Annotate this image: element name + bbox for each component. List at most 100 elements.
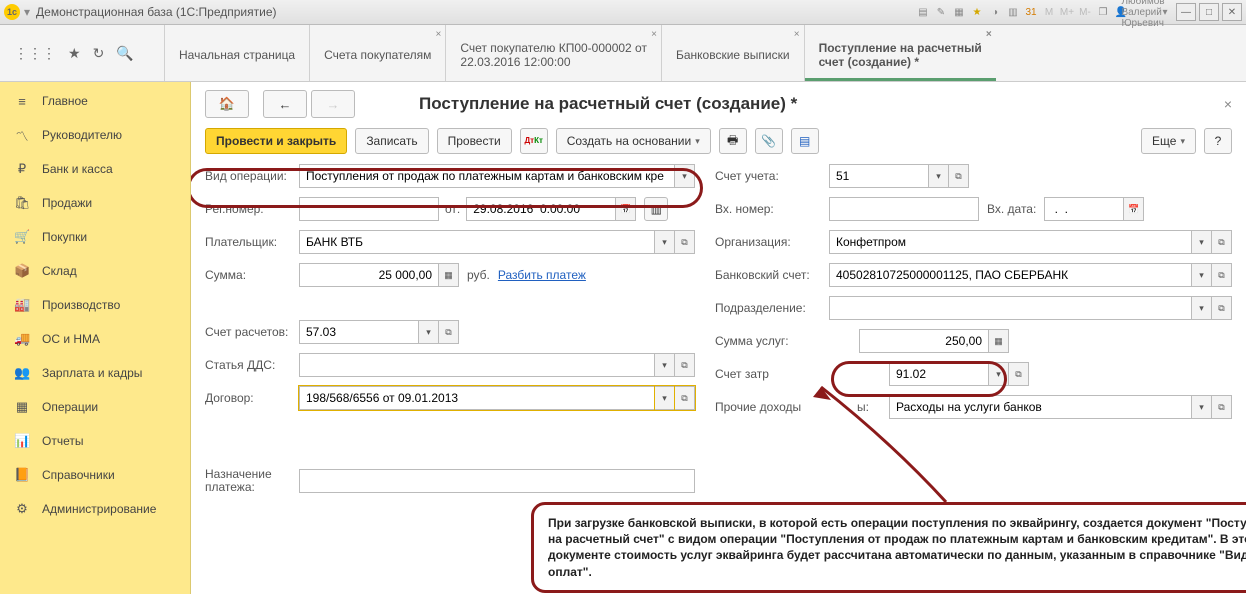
create-based-button[interactable]: Создать на основании▾ (556, 128, 711, 154)
nav-reports[interactable]: 📊Отчеты (0, 424, 190, 458)
division-input[interactable] (829, 296, 1192, 320)
open-icon[interactable]: ⧉ (1212, 263, 1232, 287)
tool-icon[interactable]: ▤ (915, 4, 931, 20)
dropdown-icon[interactable]: ▾ (655, 386, 675, 410)
incoming-date-input[interactable] (1044, 197, 1124, 221)
calc-icon[interactable]: ▦ (989, 329, 1009, 353)
window-dropdown-icon[interactable]: ▾ (24, 5, 30, 19)
dtct-button[interactable]: ДтКт (520, 128, 548, 154)
close-icon[interactable]: × (651, 29, 657, 40)
attach-button[interactable]: 📎 (755, 128, 783, 154)
forward-button[interactable]: → (311, 90, 355, 118)
calendar-icon[interactable]: 📅 (616, 197, 636, 221)
bank-account-input[interactable] (829, 263, 1192, 287)
calc-icon[interactable]: ▦ (439, 263, 459, 287)
dropdown-icon[interactable]: ▾ (1192, 395, 1212, 419)
dropdown-icon[interactable]: ▾ (1192, 296, 1212, 320)
post-close-button[interactable]: Провести и закрыть (205, 128, 347, 154)
user-dropdown-icon[interactable]: ▾ (1157, 4, 1173, 20)
maximize-button[interactable]: □ (1199, 3, 1219, 21)
user-name[interactable]: Любимов Валерий Юрьевич (1131, 4, 1155, 20)
nav-admin[interactable]: ⚙Администрирование (0, 492, 190, 526)
calendar-icon[interactable]: 31 (1023, 4, 1039, 20)
nav-manager[interactable]: 〽Руководителю (0, 118, 190, 152)
other-income-input[interactable] (889, 395, 1192, 419)
purpose-input[interactable] (299, 469, 695, 493)
close-icon[interactable]: × (436, 29, 442, 40)
open-icon[interactable]: ⧉ (1212, 395, 1232, 419)
operation-type-select[interactable] (299, 164, 675, 188)
open-icon[interactable]: ⧉ (1212, 230, 1232, 254)
back-button[interactable]: ← (263, 90, 307, 118)
nav-sales[interactable]: 🛍Продажи (0, 186, 190, 220)
nav-bank[interactable]: ₽Банк и касса (0, 152, 190, 186)
apps-icon[interactable]: ⋮⋮⋮ (14, 45, 56, 62)
dropdown-icon[interactable]: ▾ (419, 320, 439, 344)
dropdown-icon[interactable]: ▾ (675, 164, 695, 188)
regnum-input[interactable] (299, 197, 439, 221)
contract-input[interactable] (299, 386, 655, 410)
nav-warehouse[interactable]: 📦Склад (0, 254, 190, 288)
m-icon[interactable]: M (1041, 4, 1057, 20)
open-icon[interactable]: ⧉ (949, 164, 969, 188)
nav-purchases[interactable]: 🛒Покупки (0, 220, 190, 254)
home-button[interactable]: 🏠 (205, 90, 249, 118)
tool-icon[interactable]: ✎ (933, 4, 949, 20)
date-input[interactable] (466, 197, 616, 221)
search-icon[interactable]: 🔍 (116, 45, 133, 62)
dropdown-icon[interactable]: ▾ (1192, 230, 1212, 254)
org-input[interactable] (829, 230, 1192, 254)
star-icon[interactable]: ★ (969, 4, 985, 20)
help-button[interactable]: ? (1204, 128, 1232, 154)
dropdown-icon[interactable]: ▾ (929, 164, 949, 188)
sum-input[interactable] (299, 263, 439, 287)
window-icon[interactable]: ❐ (1095, 4, 1111, 20)
calc-icon[interactable]: ▥ (1005, 4, 1021, 20)
dropdown-icon[interactable]: ▾ (1192, 263, 1212, 287)
nav-main[interactable]: ≡Главное (0, 84, 190, 118)
print-button[interactable]: 🖶 (719, 128, 747, 154)
open-icon[interactable]: ⧉ (1212, 296, 1232, 320)
open-icon[interactable]: ⧉ (675, 230, 695, 254)
m-plus-icon[interactable]: M+ (1059, 4, 1075, 20)
nav-assets[interactable]: 🚚ОС и НМА (0, 322, 190, 356)
tab-home[interactable]: Начальная страница (164, 25, 309, 81)
tool-icon[interactable]: ◑ (987, 4, 1003, 20)
more-button[interactable]: Еще▾ (1141, 128, 1196, 154)
open-icon[interactable]: ⧉ (675, 353, 695, 377)
minimize-button[interactable]: — (1176, 3, 1196, 21)
nav-production[interactable]: 🏭Производство (0, 288, 190, 322)
tool-icon[interactable]: ▦ (951, 4, 967, 20)
close-window-button[interactable]: ✕ (1222, 3, 1242, 21)
report-button[interactable]: ▤ (791, 128, 819, 154)
post-button[interactable]: Провести (437, 128, 512, 154)
history-icon[interactable]: ↻ (93, 45, 105, 62)
dds-input[interactable] (299, 353, 655, 377)
tab-bank-statements[interactable]: Банковские выписки× (661, 25, 804, 81)
dropdown-icon[interactable]: ▾ (989, 362, 1009, 386)
favorites-icon[interactable]: ★ (68, 45, 81, 62)
open-icon[interactable]: ⧉ (1009, 362, 1029, 386)
calendar-icon[interactable]: 📅 (1124, 197, 1144, 221)
m-minus-icon[interactable]: M- (1077, 4, 1093, 20)
tab-receipt[interactable]: Поступление на расчетныйсчет (создание) … (804, 25, 996, 81)
tab-invoices[interactable]: Счета покупателям× (309, 25, 445, 81)
account-input[interactable] (299, 320, 419, 344)
nav-salary[interactable]: 👥Зарплата и кадры (0, 356, 190, 390)
nav-operations[interactable]: ▦Операции (0, 390, 190, 424)
open-icon[interactable]: ⧉ (675, 386, 695, 410)
extra-button[interactable]: ▥ (644, 197, 668, 221)
service-sum-input[interactable] (859, 329, 989, 353)
nav-catalogs[interactable]: 📙Справочники (0, 458, 190, 492)
close-icon[interactable]: × (794, 29, 800, 40)
cost-account-input[interactable] (889, 362, 989, 386)
ledger-input[interactable] (829, 164, 929, 188)
close-page-button[interactable]: × (1224, 96, 1232, 112)
save-button[interactable]: Записать (355, 128, 428, 154)
incoming-num-input[interactable] (829, 197, 979, 221)
payer-input[interactable] (299, 230, 655, 254)
dropdown-icon[interactable]: ▾ (655, 230, 675, 254)
split-payment-link[interactable]: Разбить платеж (498, 268, 586, 282)
dropdown-icon[interactable]: ▾ (655, 353, 675, 377)
tab-invoice-doc[interactable]: Счет покупателю КП00-000002 от22.03.2016… (445, 25, 661, 81)
